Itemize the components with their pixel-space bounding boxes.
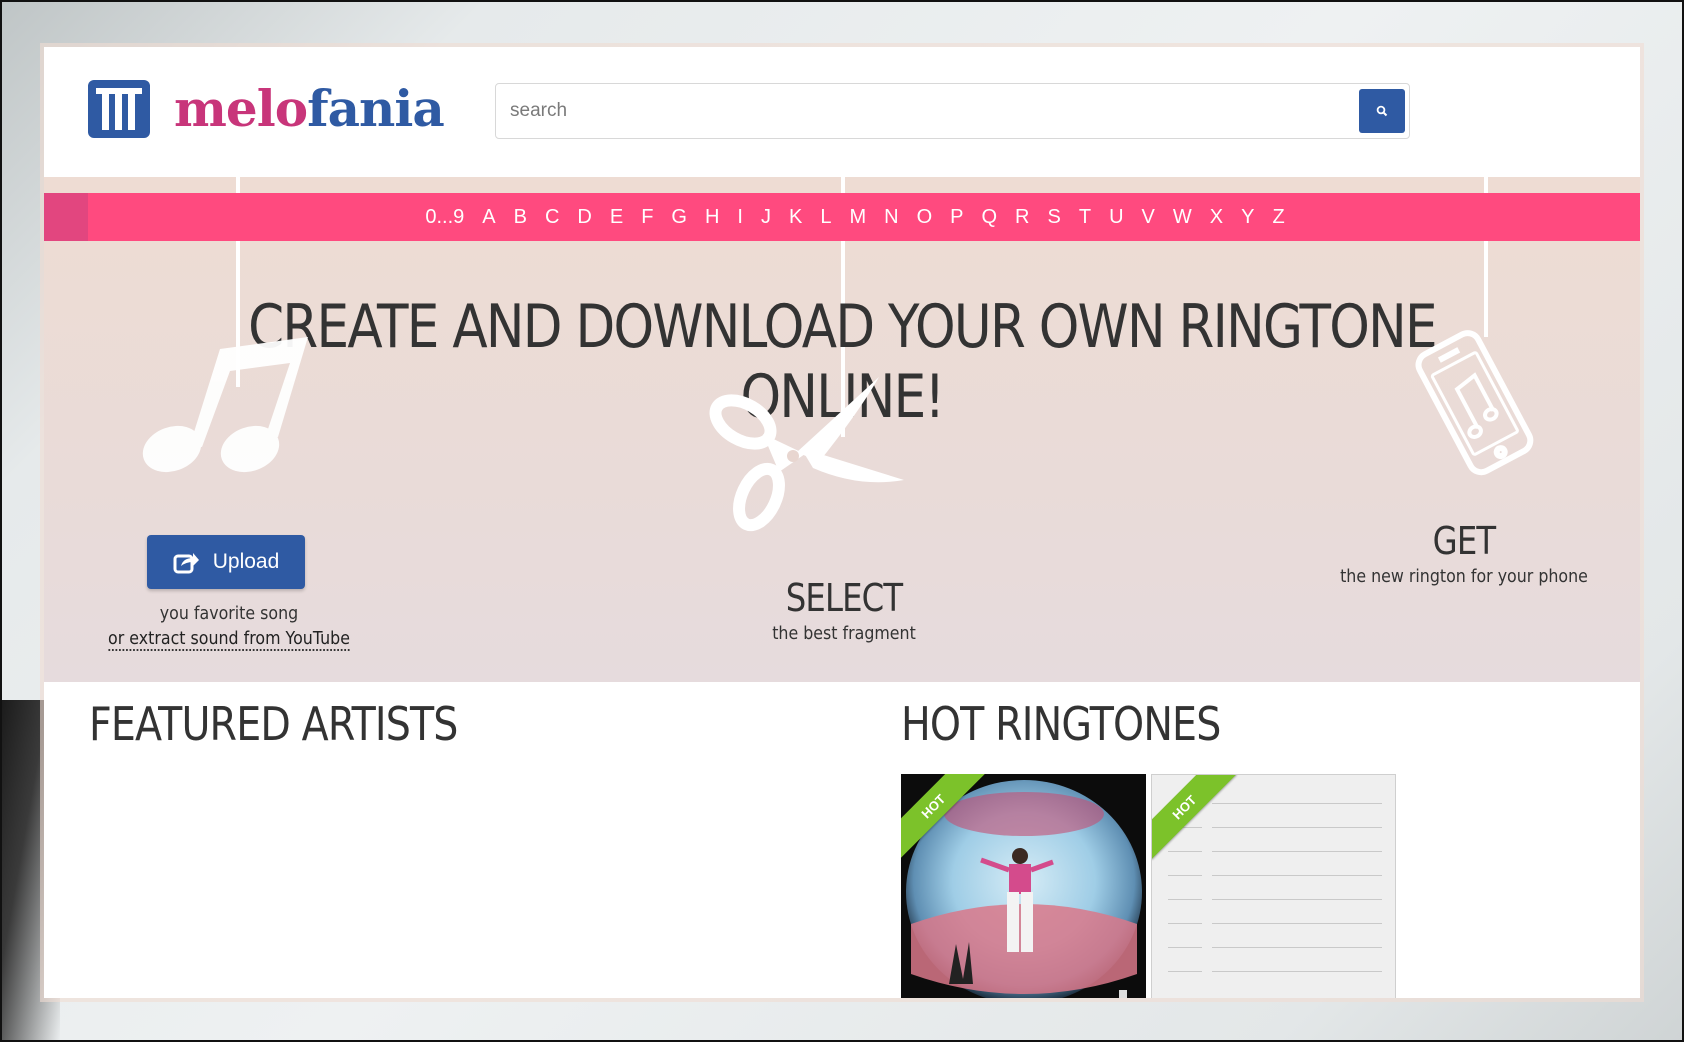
placeholder-line-short	[1168, 899, 1202, 900]
hot-ringtones-heading: HOT RINGTONES	[901, 697, 1221, 751]
share-icon	[173, 553, 199, 574]
alphabet-link[interactable]: J	[752, 206, 780, 229]
get-block: GET the new rington for your phone	[1314, 522, 1614, 587]
placeholder-line-long	[1212, 947, 1382, 948]
alphabet-link[interactable]: G	[662, 206, 696, 229]
hot-badge: HOT	[1152, 775, 1237, 860]
alphabet-link[interactable]: N	[875, 206, 907, 229]
alphabet-link[interactable]: K	[780, 206, 811, 229]
alphabet-link[interactable]: V	[1133, 206, 1164, 229]
placeholder-line-long	[1212, 875, 1382, 876]
upload-caption: you favorite song	[159, 603, 299, 624]
alphabet-link[interactable]: D	[568, 206, 600, 229]
search-icon	[1376, 105, 1388, 117]
alphabet-link[interactable]: P	[941, 206, 972, 229]
upload-caption-block: you favorite song or extract sound from …	[84, 603, 374, 651]
alphabet-link[interactable]: W	[1164, 206, 1201, 229]
alphabet-link[interactable]: X	[1201, 206, 1232, 229]
alphabet-link[interactable]: I	[728, 206, 752, 229]
alphabet-link[interactable]: H	[696, 206, 728, 229]
placeholder-line-short	[1168, 971, 1202, 972]
placeholder-line-long	[1212, 851, 1382, 852]
alphabet-nav-edge	[44, 193, 88, 241]
placeholder-line-long	[1212, 971, 1382, 972]
hot-ringtone-card[interactable]: HOT	[901, 774, 1146, 998]
select-caption: the best fragment	[772, 623, 916, 644]
phone-icon	[1415, 330, 1534, 476]
placeholder-line-short	[1168, 923, 1202, 924]
search-box	[495, 83, 1410, 139]
upload-label: Upload	[212, 550, 280, 573]
placeholder-line-long	[1212, 923, 1382, 924]
alphabet-link[interactable]: Z	[1263, 206, 1293, 229]
placeholder-line-short	[1168, 947, 1202, 948]
page: melofania 0...9ABCDEFGHIJKLMNOPQRSTUVWXY…	[44, 47, 1640, 998]
alphabet-link[interactable]: U	[1100, 206, 1132, 229]
alphabet-link[interactable]: 0...9	[416, 206, 473, 229]
get-caption: the new rington for your phone	[1340, 566, 1588, 587]
search-button[interactable]	[1359, 89, 1405, 133]
alphabet-link[interactable]: B	[505, 206, 536, 229]
piano-logo-icon	[88, 80, 150, 138]
placeholder-line-long	[1212, 827, 1382, 828]
alphabet-link[interactable]: T	[1070, 206, 1100, 229]
alphabet-link[interactable]: A	[473, 206, 504, 229]
select-block: SELECT the best fragment	[684, 579, 1004, 644]
youtube-link[interactable]: or extract sound from YouTube	[108, 628, 350, 651]
alphabet-link[interactable]: L	[811, 206, 840, 229]
alphabet-link[interactable]: C	[536, 206, 568, 229]
alphabet-link[interactable]: R	[1006, 206, 1038, 229]
placeholder-line-short	[1168, 851, 1202, 852]
site-logo[interactable]: melofania	[88, 79, 445, 138]
alphabet-link[interactable]: M	[840, 206, 875, 229]
alphabet-nav: 0...9 A B C D E F G H I J K L M N O P Q R S T U V W X Y Z	[44, 193, 1640, 241]
alphabet-link[interactable]: E	[601, 206, 632, 229]
scissors-icon	[709, 377, 904, 532]
select-title: SELECT	[785, 576, 903, 620]
placeholder-line-long	[1212, 899, 1382, 900]
placeholder-line-short	[1168, 875, 1202, 876]
site-header: melofania	[44, 47, 1640, 177]
alphabet-link[interactable]: Q	[972, 206, 1006, 229]
logo-wordmark: melofania	[174, 79, 445, 138]
upload-button[interactable]: Upload	[147, 535, 305, 589]
alphabet-link[interactable]: Y	[1232, 206, 1263, 229]
music-notes-icon	[142, 337, 308, 473]
placeholder-line-long	[1212, 803, 1382, 804]
alphabet-link[interactable]: O	[908, 206, 942, 229]
alphabet-link[interactable]: F	[632, 206, 662, 229]
alphabet-link[interactable]: S	[1039, 206, 1070, 229]
featured-artists-heading: FEATURED ARTISTS	[89, 697, 458, 751]
hot-ringtone-card[interactable]: HOT	[1151, 774, 1396, 998]
search-input[interactable]	[510, 84, 1350, 138]
get-title: GET	[1432, 519, 1496, 563]
